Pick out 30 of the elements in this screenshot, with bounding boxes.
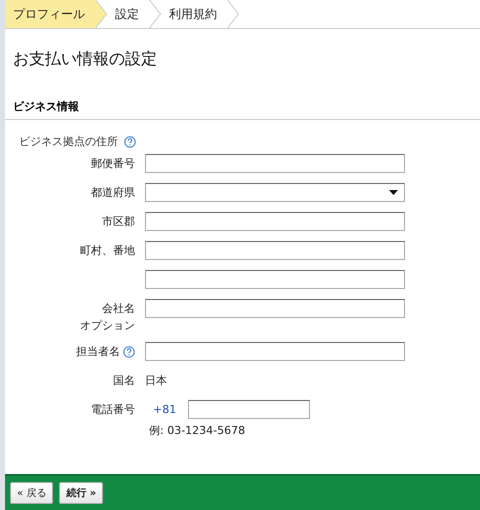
field-label: 郵便番号 <box>91 156 135 172</box>
phone-example: 例: 03-1234-5678 <box>148 423 246 438</box>
input-field[interactable] <box>145 154 405 173</box>
field-label: 会社名 オプション <box>80 301 135 334</box>
field-label: 都道府県 <box>91 185 135 201</box>
input-field[interactable] <box>145 241 405 260</box>
help-icon[interactable] <box>123 346 135 358</box>
address-heading: ビジネス拠点の住所 <box>19 134 118 149</box>
step-tab[interactable]: 設定 <box>107 0 161 28</box>
country-value: 日本 <box>145 373 168 389</box>
field-label: 担当者名 <box>76 344 120 360</box>
step-tab[interactable]: 利用規約 <box>161 0 239 28</box>
input-field[interactable] <box>145 212 405 231</box>
continue-button[interactable]: 続行 » <box>59 482 104 504</box>
country-code: +81 <box>153 403 176 416</box>
field-label: 電話番号 <box>91 402 135 418</box>
back-button[interactable]: « 戻る <box>10 482 54 504</box>
page-title: お支払い情報の設定 <box>12 48 158 70</box>
input-field[interactable] <box>145 270 405 289</box>
field-label: 国名 <box>113 373 135 389</box>
prefecture-select[interactable] <box>145 183 405 202</box>
help-icon[interactable] <box>124 136 136 148</box>
dropdown-icon <box>389 190 398 195</box>
field-label: 町村、番地 <box>80 243 135 259</box>
section-heading: ビジネス情報 <box>5 99 480 120</box>
input-field[interactable] <box>145 342 405 361</box>
field-label: 市区郡 <box>102 214 135 230</box>
phone-field[interactable] <box>188 400 310 419</box>
input-field[interactable] <box>145 299 405 318</box>
step-tab[interactable]: プロフィール <box>5 0 107 28</box>
